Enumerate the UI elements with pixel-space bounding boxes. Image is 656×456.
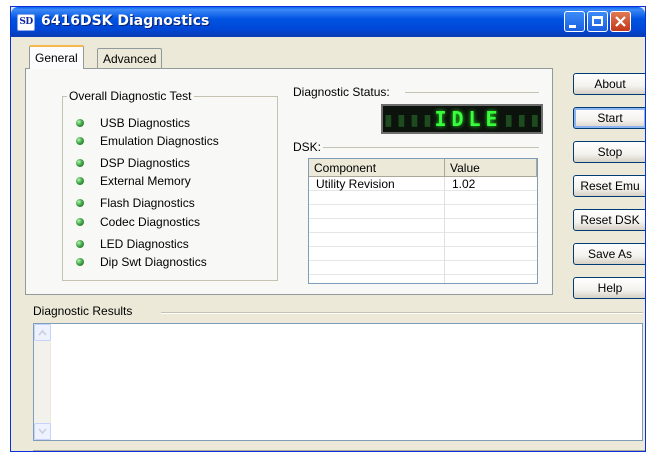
dsk-divider xyxy=(323,147,539,148)
table-row[interactable] xyxy=(309,205,537,219)
results-divider xyxy=(161,312,643,314)
minimize-button[interactable] xyxy=(564,11,585,32)
status-display-segments-left: ▮▮▮▮ xyxy=(382,107,435,131)
results-vertical-scrollbar[interactable] xyxy=(34,324,51,440)
stop-button[interactable]: Stop xyxy=(573,141,645,163)
dsk-table[interactable]: Component Value Utility Revision 1.02 xyxy=(308,158,538,284)
maximize-button[interactable] xyxy=(587,11,608,32)
dsk-label: DSK: xyxy=(293,140,325,154)
diagnostic-results-label: Diagnostic Results xyxy=(33,304,136,318)
diagnostic-status-label: Diagnostic Status: xyxy=(293,85,393,99)
led-indicator-icon xyxy=(76,199,84,207)
app-icon: SD xyxy=(17,14,35,31)
start-button[interactable]: Start xyxy=(573,107,645,129)
save-as-button[interactable]: Save As xyxy=(573,243,645,265)
tab-advanced[interactable]: Advanced xyxy=(97,48,163,68)
table-row[interactable] xyxy=(309,191,537,205)
reset-emu-button[interactable]: Reset Emu xyxy=(573,175,645,197)
status-divider xyxy=(405,92,539,93)
column-header-value[interactable]: Value xyxy=(445,159,537,177)
tab-general[interactable]: General xyxy=(29,45,84,69)
scroll-up-arrow-icon xyxy=(38,329,47,336)
title-bar[interactable]: SD 6416DSK Diagnostics xyxy=(11,7,645,37)
led-indicator-icon xyxy=(76,258,84,266)
table-row[interactable]: Utility Revision 1.02 xyxy=(309,177,537,191)
scroll-up-button[interactable] xyxy=(34,324,51,341)
scroll-down-arrow-icon xyxy=(38,428,47,435)
scroll-down-button[interactable] xyxy=(34,423,51,440)
close-icon xyxy=(615,16,626,27)
table-row[interactable] xyxy=(309,247,537,261)
diagnostic-results-textarea[interactable] xyxy=(33,323,643,441)
maximize-icon xyxy=(592,16,603,26)
diagnostics-window: SD 6416DSK Diagnostics General Advanced … xyxy=(10,6,646,452)
table-row[interactable] xyxy=(309,261,537,275)
status-display-text: IDLE xyxy=(434,107,503,131)
reset-dsk-button[interactable]: Reset DSK xyxy=(573,209,645,231)
table-row[interactable] xyxy=(309,233,537,247)
led-indicator-icon xyxy=(76,218,84,226)
status-display: ▮▮▮▮ IDLE ▮▮▮ xyxy=(381,104,543,134)
column-header-component[interactable]: Component xyxy=(309,159,445,177)
led-indicator-icon xyxy=(76,159,84,167)
led-indicator-icon xyxy=(76,177,84,185)
led-indicator-icon xyxy=(76,137,84,145)
minimize-icon xyxy=(569,25,576,28)
led-indicator-icon xyxy=(76,119,84,127)
status-display-segments-right: ▮▮▮ xyxy=(502,107,542,131)
help-button[interactable]: Help xyxy=(573,277,645,299)
bottom-divider xyxy=(33,450,645,451)
about-button[interactable]: About xyxy=(573,73,645,95)
window-title: 6416DSK Diagnostics xyxy=(41,13,210,29)
led-indicator-icon xyxy=(76,240,84,248)
overall-diagnostic-label: Overall Diagnostic Test xyxy=(67,89,194,103)
close-button[interactable] xyxy=(610,11,631,32)
table-row[interactable] xyxy=(309,219,537,233)
